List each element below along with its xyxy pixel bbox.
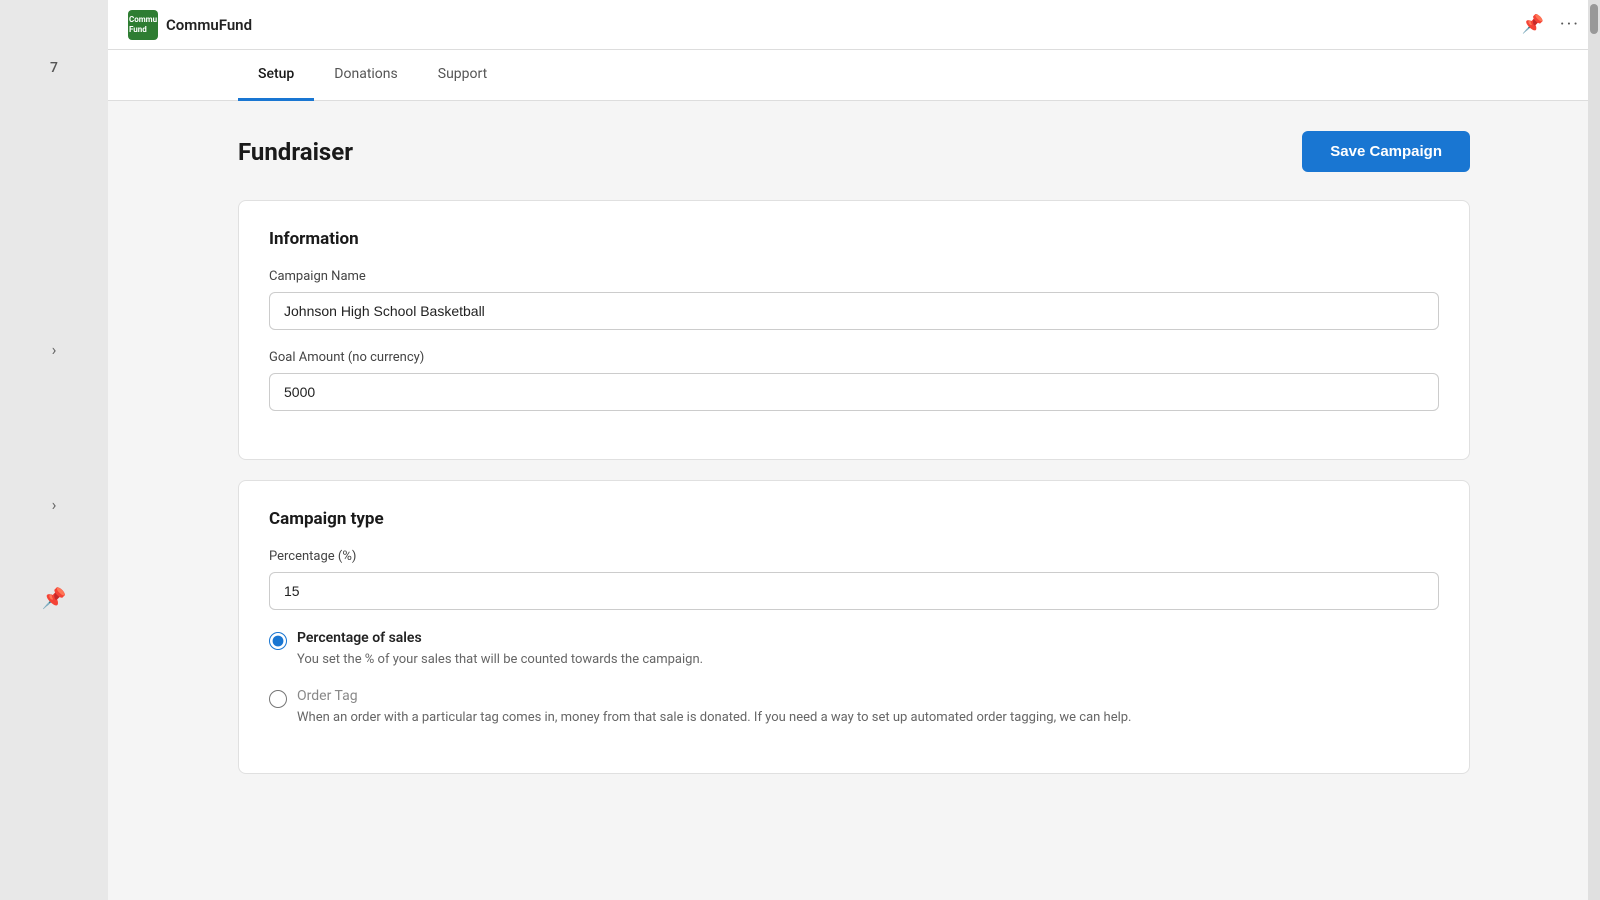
goal-amount-input[interactable] xyxy=(269,373,1439,411)
tab-setup[interactable]: Setup xyxy=(238,50,314,101)
logo-wrapper: CommuFund CommuFund xyxy=(128,10,252,40)
topbar-right: 📌 ··· xyxy=(1521,14,1580,35)
nav-tabs: Setup Donations Support xyxy=(108,50,1600,101)
radio-percentage-content: Percentage of sales You set the % of you… xyxy=(297,630,703,670)
page-content: Fundraiser Save Campaign Information Cam… xyxy=(108,101,1600,900)
information-card-title: Information xyxy=(269,229,1439,249)
radio-order-tag[interactable] xyxy=(269,690,287,708)
scroll-thumb[interactable] xyxy=(1590,4,1598,34)
sidebar: 7 › › 📌 xyxy=(0,0,108,900)
radio-order-tag-desc: When an order with a particular tag come… xyxy=(297,708,1131,728)
tab-donations[interactable]: Donations xyxy=(314,50,417,101)
scrollbar[interactable] xyxy=(1588,0,1600,900)
tab-support[interactable]: Support xyxy=(418,50,507,101)
sidebar-chevron-top[interactable]: › xyxy=(52,340,57,359)
campaign-name-input[interactable] xyxy=(269,292,1439,330)
topbar: CommuFund CommuFund 📌 ··· xyxy=(108,0,1600,50)
sidebar-number: 7 xyxy=(50,60,58,76)
radio-percentage-desc: You set the % of your sales that will be… xyxy=(297,650,703,670)
app-name: CommuFund xyxy=(166,16,252,34)
radio-order-tag-content: Order Tag When an order with a particula… xyxy=(297,688,1131,728)
app-logo: CommuFund xyxy=(128,10,158,40)
sidebar-pin-icon[interactable]: 📌 xyxy=(42,586,67,610)
radio-option-percentage: Percentage of sales You set the % of you… xyxy=(269,630,1439,670)
radio-percentage-of-sales[interactable] xyxy=(269,632,287,650)
radio-option-order-tag: Order Tag When an order with a particula… xyxy=(269,688,1439,728)
campaign-name-label: Campaign Name xyxy=(269,269,1439,284)
goal-amount-label: Goal Amount (no currency) xyxy=(269,350,1439,365)
main-area: CommuFund CommuFund 📌 ··· Setup Donation… xyxy=(108,0,1600,900)
sidebar-chevron-bottom[interactable]: › xyxy=(52,495,57,514)
goal-amount-group: Goal Amount (no currency) xyxy=(269,350,1439,411)
topbar-more-icon[interactable]: ··· xyxy=(1560,14,1580,35)
information-card: Information Campaign Name Goal Amount (n… xyxy=(238,200,1470,460)
radio-percentage-label: Percentage of sales xyxy=(297,630,703,646)
percentage-input[interactable] xyxy=(269,572,1439,610)
save-campaign-button[interactable]: Save Campaign xyxy=(1302,131,1470,172)
radio-order-tag-label: Order Tag xyxy=(297,688,1131,704)
percentage-group: Percentage (%) xyxy=(269,549,1439,610)
campaign-type-card-title: Campaign type xyxy=(269,509,1439,529)
percentage-label: Percentage (%) xyxy=(269,549,1439,564)
page-header: Fundraiser Save Campaign xyxy=(238,131,1470,172)
topbar-pin-icon[interactable]: 📌 xyxy=(1521,14,1543,35)
page-title: Fundraiser xyxy=(238,138,353,166)
campaign-name-group: Campaign Name xyxy=(269,269,1439,330)
campaign-type-card: Campaign type Percentage (%) Percentage … xyxy=(238,480,1470,774)
